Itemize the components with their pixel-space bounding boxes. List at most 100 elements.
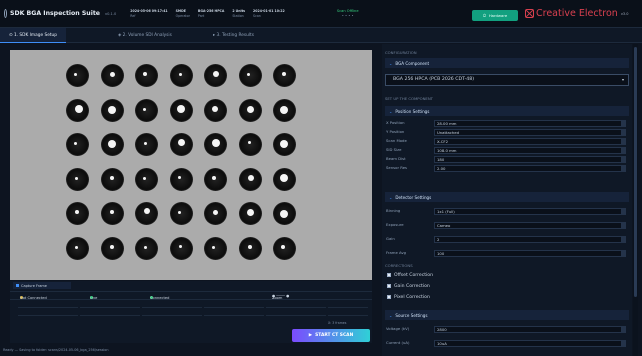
version-label: v0.1.0: [105, 11, 117, 16]
hardware-button[interactable]: ⏻ Hardware: [472, 10, 518, 21]
spinner-icon[interactable]: [622, 120, 626, 127]
connection-bar: Not Connected Live Connected ⌄ Zoom ● ──…: [10, 291, 372, 300]
exposure-input[interactable]: Cameo: [434, 222, 622, 229]
grid-cell: [142, 302, 202, 308]
solder-ball: [169, 64, 193, 87]
field-exposure: Exposure Cameo: [386, 222, 626, 229]
solder-ball: [100, 64, 124, 87]
solder-ball: [273, 167, 296, 191]
gain-input[interactable]: 2: [434, 236, 622, 243]
field-x-position: X Position 28.00 mm: [386, 120, 626, 127]
solder-ball: [135, 133, 158, 156]
solder-ball: [100, 98, 124, 122]
app-window: SDK BGA Inspection Suite v0.1.0 2024-05-…: [0, 0, 642, 356]
grid-cell: [80, 310, 140, 316]
solder-ball: [100, 236, 124, 260]
tab-bar: ⊙ 1. SDK Image Setup ◈ 2. Volume SDI Ana…: [0, 28, 642, 43]
spinner-icon[interactable]: [622, 129, 626, 136]
solder-ball: [100, 167, 124, 191]
spinner-icon[interactable]: [622, 156, 626, 163]
solder-ball: [273, 98, 296, 122]
gain-correction-checkbox[interactable]: Gain Correction: [387, 282, 617, 290]
header-meta: 2024-05-06 09:17:41 Ref SMDE Operator BGA-…: [130, 9, 284, 18]
detector-settings-header[interactable]: ⌄ Detector Settings: [385, 192, 629, 202]
solder-ball: [238, 64, 262, 87]
beam-dist-input[interactable]: 180: [434, 156, 622, 163]
capture-grid: [10, 302, 372, 332]
field-sid-size: SID Size 108.0 mm: [386, 147, 626, 154]
field-frame-avg: Frame Avg 100: [386, 250, 626, 257]
grid-cell: [266, 302, 326, 308]
solder-ball: [204, 64, 227, 87]
bga-component-header[interactable]: ⌄ BGA Component: [385, 58, 629, 68]
pixel-correction-checkbox[interactable]: Pixel Correction: [387, 293, 617, 301]
solder-ball: [169, 202, 193, 225]
position-settings-header[interactable]: ⌄ Position Settings: [385, 106, 629, 116]
binning-select[interactable]: 1x1 (Full): [434, 208, 622, 215]
spinner-icon[interactable]: [622, 147, 626, 154]
sid-size-input[interactable]: 108.0 mm: [434, 147, 622, 154]
tab-testing-results[interactable]: ▸ 3. Testing Results: [213, 28, 254, 43]
current-input[interactable]: 10uA: [434, 340, 622, 347]
zoom-control[interactable]: ⌄ Zoom ● ──── ●: [272, 294, 289, 300]
source-settings-header[interactable]: ⌄ Source Settings: [385, 310, 629, 320]
solder-ball: [169, 236, 193, 260]
field-scan-mode: Scan Mode X-CF2: [386, 138, 626, 145]
sensor-res-input[interactable]: 2.00: [434, 165, 622, 172]
app-brand: SDK BGA Inspection Suite: [0, 9, 100, 18]
x-position-input[interactable]: 28.00 mm: [434, 120, 622, 127]
xray-image-viewer[interactable]: [10, 50, 372, 280]
meta-item: 2024-01-01 10:22 Scan: [253, 8, 285, 18]
settings-panel: CONFIGURATION ⌄ BGA Component BGA 256 HPC…: [382, 44, 632, 356]
bga-component-select[interactable]: BGA 256 HPCA (PCB 2026 CDT-48) ▾: [385, 74, 629, 86]
scan-frames-label: X: 3 frames: [328, 321, 347, 325]
scan-mode-input[interactable]: X-CF2: [434, 138, 622, 145]
corrections-label: CORRECTIONS: [385, 263, 413, 268]
settings-scrollbar[interactable]: [633, 44, 638, 356]
grid-cell: [18, 302, 78, 308]
grid-cell: [142, 310, 202, 316]
spinner-icon[interactable]: [622, 165, 626, 172]
solder-ball: [169, 98, 193, 122]
creative-electron-logo: Creative Electron v3.0: [525, 8, 628, 19]
solder-ball: [238, 202, 262, 225]
solder-ball: [273, 64, 296, 87]
field-binning: Binning 1x1 (Full): [386, 208, 626, 215]
meta-item: 2024-05-06 09:17:41 Ref: [130, 8, 168, 18]
meta-item: 2 Units Station: [232, 8, 246, 18]
start-ct-scan-button[interactable]: ▶ START CT SCAN: [292, 329, 370, 342]
chevron-down-icon[interactable]: [622, 208, 626, 215]
solder-ball: [66, 98, 89, 122]
tab-volume-analysis[interactable]: ◈ 2. Volume SDI Analysis: [118, 28, 172, 43]
frame-avg-input[interactable]: 100: [434, 250, 622, 257]
y-position-input[interactable]: Unattached: [434, 129, 622, 136]
offset-correction-checkbox[interactable]: Offset Correction: [387, 271, 617, 279]
grid-cell: [80, 302, 140, 308]
grid-cell: [328, 302, 368, 308]
solder-ball: [135, 98, 158, 122]
spinner-icon[interactable]: [622, 236, 626, 243]
solder-ball: [204, 133, 227, 156]
spinner-icon[interactable]: [622, 250, 626, 257]
solder-ball: [273, 236, 296, 260]
grid-cell: [18, 310, 78, 316]
solder-ball: [135, 167, 158, 191]
capture-frame-header[interactable]: Capture Frame: [13, 282, 71, 289]
field-voltage: Voltage (kV) 2800: [386, 326, 626, 333]
solder-ball: [238, 133, 262, 156]
spinner-icon[interactable]: [622, 326, 626, 333]
spinner-icon[interactable]: [622, 138, 626, 145]
solder-ball: [135, 202, 158, 225]
power-icon: ⏻: [482, 13, 486, 18]
grid-cell: [204, 302, 264, 308]
voltage-input[interactable]: 2800: [434, 326, 622, 333]
solder-ball: [273, 133, 296, 156]
scrollbar-thumb[interactable]: [634, 47, 637, 297]
solder-ball: [273, 202, 296, 225]
spinner-icon[interactable]: [622, 340, 626, 347]
grid-cell: [328, 310, 368, 316]
spinner-icon[interactable]: [622, 222, 626, 229]
field-sensor-res: Sensor Res 2.00: [386, 165, 626, 172]
app-title: SDK BGA Inspection Suite: [10, 10, 100, 17]
tab-image-setup[interactable]: ⊙ 1. SDK Image Setup: [0, 28, 66, 43]
